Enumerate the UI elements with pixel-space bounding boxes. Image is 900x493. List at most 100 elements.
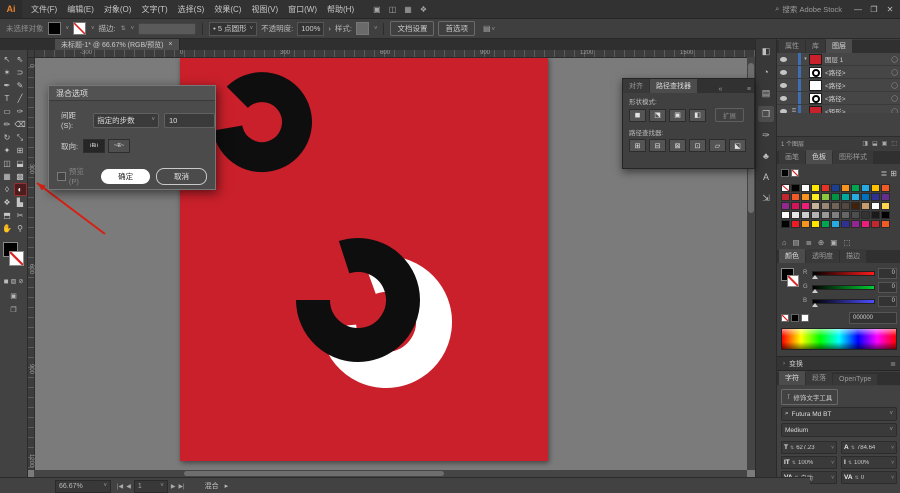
last-artboard-icon[interactable]: ▶|: [178, 483, 184, 490]
swatch[interactable]: [791, 193, 800, 201]
slider-track-G[interactable]: [812, 284, 875, 293]
slider-thumb[interactable]: [812, 288, 818, 293]
new-layer-icon[interactable]: ▣: [882, 140, 888, 147]
dropdown-arrow-icon[interactable]: ˅: [891, 475, 894, 481]
menu-效果(C)[interactable]: 效果(C): [209, 4, 246, 15]
swatch[interactable]: [821, 193, 830, 201]
tool-pencil[interactable]: ✏: [1, 118, 14, 131]
swatch[interactable]: [861, 184, 870, 192]
font-family-select[interactable]: ⌕ Futura Md BT ˅: [781, 407, 897, 421]
tool-eraser[interactable]: ⌫: [14, 118, 27, 131]
brushes-icon[interactable]: ✑: [758, 127, 774, 143]
swatch[interactable]: [861, 202, 870, 210]
tool-perspective-grid[interactable]: ⬓: [14, 157, 27, 170]
swatch-none[interactable]: [781, 184, 790, 192]
tool-zoom[interactable]: ⚲: [14, 222, 27, 235]
grid-view-icon[interactable]: ⊞: [890, 169, 897, 178]
swatch[interactable]: [821, 202, 830, 210]
swatch[interactable]: [781, 202, 790, 210]
tracking-field[interactable]: VA ⇅ 0 ˅: [841, 471, 897, 484]
swatch[interactable]: [801, 211, 810, 219]
slider-thumb[interactable]: [812, 274, 818, 279]
tool-column-graph[interactable]: ▙: [14, 196, 27, 209]
swatch[interactable]: [851, 193, 860, 201]
swatch[interactable]: [811, 193, 820, 201]
stepper-icon[interactable]: ⇅: [790, 445, 794, 451]
tab-图形样式[interactable]: 图形样式: [833, 150, 873, 164]
eye-icon[interactable]: [780, 82, 787, 88]
next-artboard-icon[interactable]: ▶: [171, 483, 176, 490]
swatch[interactable]: [881, 220, 890, 228]
stock-search[interactable]: ⌕ 搜索 Adobe Stock: [775, 4, 842, 15]
tool-hand[interactable]: ✋: [1, 222, 14, 235]
graphic-styles-icon[interactable]: ♣: [758, 148, 774, 164]
tool-paintbrush[interactable]: ✑: [14, 105, 27, 118]
stroke-weight-dropdown-icon[interactable]: ˅: [131, 26, 135, 32]
tool-artboard[interactable]: ⬒: [1, 209, 14, 222]
eye-icon[interactable]: [780, 69, 787, 75]
horizontal-scrollbar[interactable]: [34, 470, 747, 477]
opacity-input[interactable]: 100%: [297, 21, 325, 36]
stroke-dropdown-icon[interactable]: ˅: [91, 26, 95, 32]
swatch[interactable]: [831, 202, 840, 210]
preferences-button[interactable]: 首选项: [438, 21, 475, 36]
swatch[interactable]: [851, 184, 860, 192]
swatch[interactable]: [801, 184, 810, 192]
swatch[interactable]: [841, 220, 850, 228]
orientation-align-page-button[interactable]: ıŧŧıı: [83, 139, 106, 153]
list-view-icon[interactable]: ≣: [881, 169, 888, 178]
expand-arrow-icon[interactable]: ▾: [802, 56, 809, 62]
close-button[interactable]: ✕: [882, 0, 898, 18]
divide-button[interactable]: ⊞: [629, 139, 646, 152]
checkbox-icon[interactable]: [57, 171, 66, 181]
hex-input[interactable]: 000000: [849, 312, 897, 324]
tool-lasso[interactable]: ⊃: [14, 66, 27, 79]
layer-target-icon[interactable]: ◯: [891, 56, 898, 63]
trim-button[interactable]: ⊟: [649, 139, 666, 152]
stepper-icon[interactable]: ⇅: [855, 475, 859, 481]
swatch[interactable]: [851, 220, 860, 228]
delete-swatch-icon[interactable]: ⬚: [843, 238, 850, 247]
tool-line-segment[interactable]: ╱: [14, 92, 27, 105]
first-artboard-icon[interactable]: |◀: [117, 483, 123, 490]
stepper-icon[interactable]: ⇅: [851, 445, 855, 451]
tool-pen[interactable]: ✒: [1, 79, 14, 92]
exclude-button[interactable]: ◧: [689, 108, 706, 122]
tab-画笔[interactable]: 画笔: [779, 150, 805, 164]
none-chip[interactable]: [781, 314, 789, 322]
swatch[interactable]: [801, 202, 810, 210]
menu-选择(S)[interactable]: 选择(S): [173, 4, 210, 15]
dropdown-arrow-icon[interactable]: ˅: [891, 460, 894, 466]
swatch[interactable]: [791, 211, 800, 219]
appearance-icon[interactable]: ▤: [758, 85, 774, 101]
minus-front-button[interactable]: ⬔: [649, 108, 666, 122]
orientation-align-path-button[interactable]: ~ŧŧ~: [108, 139, 131, 153]
dialog-title[interactable]: 混合选项: [49, 86, 215, 101]
new-color-group-icon[interactable]: ⊕: [818, 238, 824, 247]
arrange-documents-icon[interactable]: ▦: [404, 5, 412, 14]
eye-icon[interactable]: [780, 56, 787, 62]
font-size-field[interactable]: T ⇅ 627.23 ˅: [781, 441, 837, 454]
swatch[interactable]: [881, 211, 890, 219]
tool-free-transform[interactable]: ⊞: [14, 144, 27, 157]
tab-段落[interactable]: 段落: [806, 371, 832, 385]
hscroll-thumb[interactable]: [184, 471, 444, 476]
tool-eyedropper[interactable]: ◊: [1, 183, 14, 196]
swatch[interactable]: [811, 211, 820, 219]
tab-对齐[interactable]: 对齐: [623, 79, 649, 93]
brush-definition-dropdown[interactable]: • 5 点圆形 ˅: [209, 21, 258, 36]
bridge-icon[interactable]: ▣: [373, 5, 381, 14]
ok-button[interactable]: 确定: [101, 168, 151, 184]
slider-track-B[interactable]: [812, 298, 875, 307]
tab-字符[interactable]: 字符: [779, 371, 805, 385]
menu-文字(T)[interactable]: 文字(T): [136, 4, 172, 15]
swatch[interactable]: [801, 220, 810, 228]
swatch[interactable]: [791, 220, 800, 228]
tool-symbol-sprayer[interactable]: ❖: [1, 196, 14, 209]
tool-width[interactable]: ✦: [1, 144, 14, 157]
dropdown-arrow-icon[interactable]: ˅: [831, 460, 834, 466]
tab-库[interactable]: 库: [806, 39, 825, 53]
horizontal-scale-field[interactable]: I ⇅ 100% ˅: [841, 456, 897, 469]
tab-图层[interactable]: 图层: [826, 39, 852, 53]
expand-button[interactable]: 扩展: [715, 108, 744, 122]
